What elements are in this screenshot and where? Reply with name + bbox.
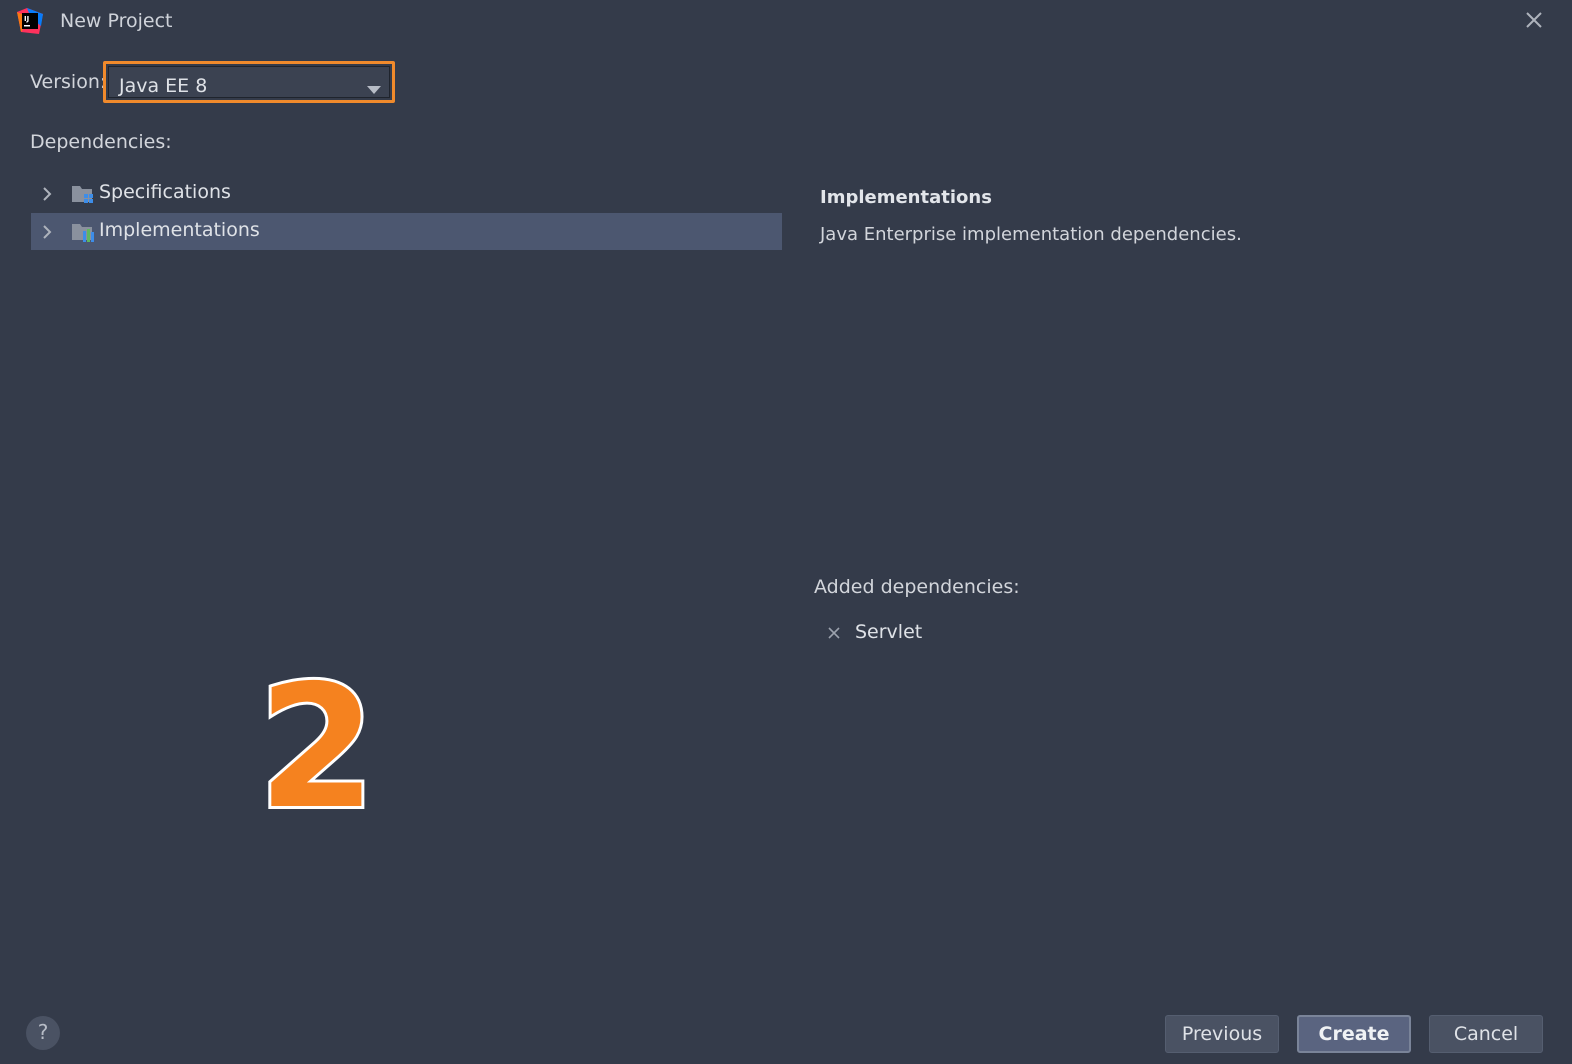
detail-description: Java Enterprise implementation dependenc… bbox=[820, 224, 1242, 245]
window-title: New Project bbox=[60, 10, 173, 32]
cancel-button[interactable]: Cancel bbox=[1429, 1015, 1543, 1053]
tree-item-label: Implementations bbox=[99, 219, 260, 241]
remove-icon[interactable] bbox=[826, 625, 842, 641]
specifications-folder-icon bbox=[71, 183, 95, 205]
svg-text:IJ: IJ bbox=[24, 15, 29, 23]
title-bar: IJ New Project bbox=[0, 0, 1572, 44]
help-icon: ? bbox=[37, 1020, 49, 1044]
step-number-annotation: 2 bbox=[255, 646, 379, 850]
caret-down-icon bbox=[367, 80, 381, 94]
tree-item-label: Specifications bbox=[99, 181, 231, 203]
intellij-logo-icon: IJ bbox=[17, 8, 43, 34]
tree-item-specifications[interactable]: Specifications bbox=[31, 175, 782, 212]
added-dependencies-label: Added dependencies: bbox=[814, 576, 1020, 598]
close-icon[interactable] bbox=[1522, 8, 1546, 32]
previous-button[interactable]: Previous bbox=[1165, 1015, 1279, 1053]
svg-text:2: 2 bbox=[262, 668, 372, 818]
tree-item-implementations[interactable]: Implementations bbox=[31, 213, 782, 250]
dependencies-label: Dependencies: bbox=[30, 131, 172, 153]
chevron-right-icon[interactable] bbox=[41, 186, 53, 202]
version-label: Version: bbox=[30, 71, 107, 93]
version-value: Java EE 8 bbox=[119, 75, 208, 97]
version-dropdown[interactable]: Java EE 8 bbox=[103, 61, 395, 103]
dependencies-tree: Specifications Implementations bbox=[31, 175, 782, 255]
dependency-name: Servlet bbox=[855, 621, 923, 643]
detail-title: Implementations bbox=[820, 187, 992, 208]
create-button[interactable]: Create bbox=[1297, 1015, 1411, 1053]
help-button[interactable]: ? bbox=[26, 1016, 60, 1050]
implementations-folder-icon bbox=[71, 221, 95, 243]
added-dependency-item: Servlet bbox=[826, 621, 946, 647]
chevron-right-icon[interactable] bbox=[41, 224, 53, 240]
